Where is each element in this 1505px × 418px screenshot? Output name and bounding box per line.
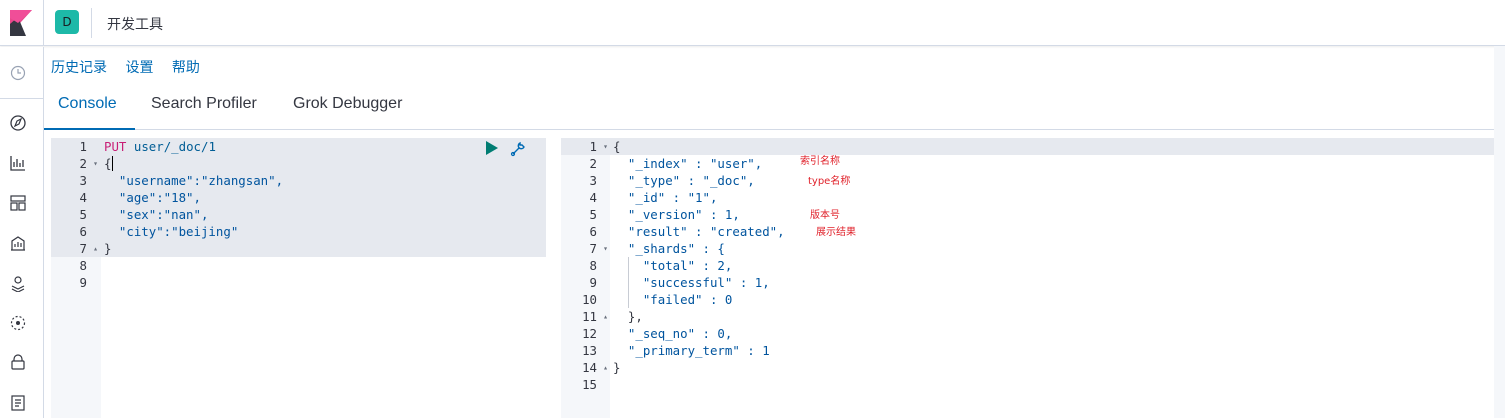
response-line-number: 12 [582, 326, 597, 341]
response-code-line: "_primary_term" : 1 [613, 343, 770, 358]
request-code-line: "age":"18", [104, 190, 201, 205]
response-line-number: 15 [582, 377, 597, 392]
response-code-line: "_seq_no" : 0, [613, 326, 733, 341]
fold-toggle-icon[interactable]: ▴ [600, 359, 608, 376]
dashboard-icon[interactable] [9, 194, 27, 212]
response-line-number: 3 [589, 173, 597, 188]
request-code-line: } [104, 241, 112, 256]
fold-toggle-icon[interactable]: ▾ [600, 240, 608, 257]
annotation-version: 版本号 [810, 210, 840, 221]
maps-icon[interactable] [9, 274, 27, 292]
request-method: PUT [104, 139, 127, 154]
response-code-line: "_shards" : { [613, 241, 725, 256]
top-header: D 开发工具 [0, 0, 1505, 46]
recent-clock-icon[interactable] [9, 64, 27, 82]
active-tab-indicator [44, 128, 135, 130]
canvas-icon[interactable] [9, 234, 27, 252]
response-code-line: "_version" : 1, [613, 207, 740, 222]
indent-guide [628, 257, 629, 308]
logs-icon[interactable] [9, 394, 27, 412]
infrastructure-icon[interactable] [9, 354, 27, 372]
wrench-icon[interactable] [510, 141, 526, 157]
response-code-line: "failed" : 0 [613, 292, 733, 307]
request-code-line: { [104, 156, 112, 171]
response-line-number: 4 [589, 190, 597, 205]
response-code-line: { [613, 139, 621, 154]
response-code-line: "_id" : "1", [613, 190, 718, 205]
response-line-number: 6 [589, 224, 597, 239]
request-code-line: "username":"zhangsan", [104, 173, 284, 188]
response-editor: 1 2 3 4 5 6 7 8 9 10 11 12 13 14 15 ▾ ▾ ▴ ▴{ "_index" : "u… [561, 138, 1505, 418]
history-link[interactable]: 历史记录 [51, 60, 107, 76]
annotation-result: 展示结果 [816, 227, 856, 238]
request-line-number: 3 [79, 173, 87, 188]
request-line-number: 2 [79, 156, 87, 171]
request-line-number: 5 [79, 207, 87, 222]
space-avatar[interactable]: D [55, 10, 79, 34]
response-line-number: 5 [589, 207, 597, 222]
devtools-tabs: Console Search Profiler Grok Debugger [44, 88, 1505, 130]
response-line-number: 11 [582, 309, 597, 324]
fold-toggle-icon[interactable]: ▴ [600, 308, 608, 325]
header-divider [91, 8, 92, 38]
request-editor[interactable]: PUT user/_doc/1 1 2 3 4 5 6 7 8 9 ▾ ▴ { "username":… [51, 138, 546, 418]
help-link[interactable]: 帮助 [172, 60, 200, 76]
request-line-number: 6 [79, 224, 87, 239]
response-code-line: "_type" : "_doc", [613, 173, 755, 188]
response-code-line: }, [613, 309, 643, 324]
response-line-number: 9 [589, 275, 597, 290]
fold-toggle-icon[interactable]: ▴ [90, 240, 98, 257]
request-line-number: 9 [79, 275, 87, 290]
request-code-line: "sex":"nan", [104, 207, 209, 222]
request-code-line: "city":"beijing" [104, 224, 239, 239]
nav-divider [0, 98, 43, 99]
request-line-1: PUT user/_doc/1 [104, 138, 216, 155]
console-menu: 历史记录 设置 帮助 [51, 57, 214, 77]
breadcrumb-title: 开发工具 [107, 17, 163, 33]
settings-link[interactable]: 设置 [125, 60, 153, 76]
response-code-line: } [613, 360, 621, 375]
pane-splitter[interactable] [546, 138, 561, 418]
response-line-number: 2 [589, 156, 597, 171]
ml-icon[interactable] [9, 314, 27, 332]
response-line-number: 8 [589, 258, 597, 273]
fold-toggle-icon[interactable]: ▾ [600, 138, 608, 155]
response-line-number: 13 [582, 343, 597, 358]
text-cursor [112, 156, 113, 171]
discover-compass-icon[interactable] [9, 114, 27, 132]
request-url: user/_doc/1 [133, 139, 216, 154]
response-line-number: 10 [582, 292, 597, 307]
request-line-number: 7 [79, 241, 87, 256]
annotation-type: type名称 [808, 176, 851, 187]
fold-toggle-icon[interactable]: ▾ [90, 155, 98, 172]
visualize-chart-icon[interactable] [9, 154, 27, 172]
request-line-number: 8 [79, 258, 87, 273]
response-code-line: "result" : "created", [613, 224, 785, 239]
kibana-logo[interactable] [0, 0, 44, 46]
page-scrollbar[interactable] [1494, 46, 1505, 418]
run-play-icon[interactable] [485, 141, 499, 155]
tab-search-profiler[interactable]: Search Profiler [151, 95, 257, 113]
response-code-line: "total" : 2, [613, 258, 733, 273]
request-line-number: 1 [79, 139, 87, 154]
side-nav [0, 47, 44, 418]
tab-console[interactable]: Console [58, 95, 117, 113]
tab-grok-debugger[interactable]: Grok Debugger [293, 95, 402, 113]
request-line-number: 4 [79, 190, 87, 205]
response-active-line [561, 138, 1505, 155]
response-line-number: 14 [582, 360, 597, 375]
annotation-index: 索引名称 [800, 156, 840, 167]
response-line-number: 7 [589, 241, 597, 256]
response-code-line: "_index" : "user", [613, 156, 763, 171]
response-code-line: "successful" : 1, [613, 275, 770, 290]
response-line-number: 1 [589, 139, 597, 154]
